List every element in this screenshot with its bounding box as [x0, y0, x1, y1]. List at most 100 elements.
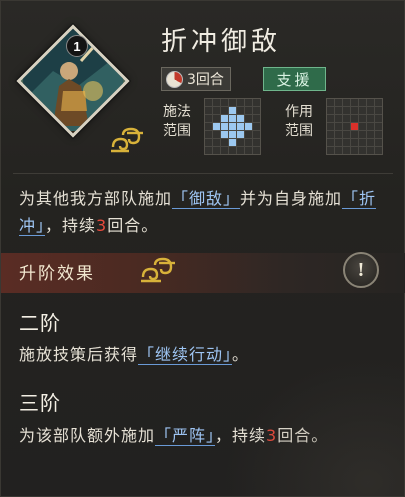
range-cell — [335, 131, 342, 138]
desc-text: 并为自身施加 — [240, 189, 343, 208]
tier3-text: 为该部队额外施加「严阵」，持续3回合。 — [19, 422, 391, 449]
tier-text-part: ，持续 — [215, 426, 267, 445]
range-cell — [335, 147, 342, 154]
range-cell — [213, 123, 220, 130]
cloud-emblem-icon — [141, 257, 175, 283]
range-cell — [245, 107, 252, 114]
range-cell — [213, 115, 220, 122]
skill-description: 为其他我方部队施加「御敌」并为自身施加「折冲」，持续3回合。 — [19, 185, 391, 239]
range-cell — [245, 131, 252, 138]
range-cell — [343, 123, 350, 130]
cast-range-grid — [204, 98, 261, 155]
range-cell — [229, 99, 236, 106]
range-cell — [229, 123, 236, 130]
range-cell — [367, 99, 374, 106]
range-cell — [221, 99, 228, 106]
keyword-yanzhen[interactable]: 「严阵」 — [155, 426, 216, 446]
range-cell — [237, 99, 244, 106]
range-cell — [253, 131, 260, 138]
range-cell — [237, 115, 244, 122]
range-cell — [351, 131, 358, 138]
skill-level-badge: 1 — [66, 35, 88, 57]
range-cell — [359, 99, 366, 106]
tier-text-part: 为该部队额外施加 — [19, 426, 156, 445]
range-cell — [351, 107, 358, 114]
range-cell — [367, 147, 374, 154]
range-cell — [205, 99, 212, 106]
range-cell — [351, 99, 358, 106]
keyword-yudi[interactable]: 「御敌」 — [172, 189, 241, 209]
range-cell — [253, 147, 260, 154]
range-cell — [253, 99, 260, 106]
range-cell — [221, 107, 228, 114]
skill-portrait: 1 — [13, 24, 143, 153]
range-cell — [367, 107, 374, 114]
range-cell — [237, 107, 244, 114]
range-cell — [375, 131, 382, 138]
range-cell — [221, 123, 228, 130]
range-cell — [359, 115, 366, 122]
range-cell — [221, 115, 228, 122]
tier-text-part: 施放技策后获得 — [19, 345, 139, 364]
range-cell — [351, 147, 358, 154]
range-cell — [221, 131, 228, 138]
range-cell — [351, 123, 358, 130]
range-cell — [213, 131, 220, 138]
range-cell — [367, 131, 374, 138]
cooldown-text: 3回合 — [187, 72, 224, 88]
desc-text: 回合。 — [107, 216, 159, 235]
range-cell — [237, 123, 244, 130]
range-cell — [343, 99, 350, 106]
range-cell — [327, 147, 334, 154]
range-cell — [229, 115, 236, 122]
tier2-text: 施放技策后获得「继续行动」。 — [19, 341, 391, 368]
range-cell — [221, 139, 228, 146]
range-cell — [245, 123, 252, 130]
range-cell — [359, 107, 366, 114]
range-cell — [359, 147, 366, 154]
skill-type-badge: 支援 — [263, 67, 326, 91]
upgrade-title: 升阶效果 — [19, 264, 95, 284]
cooldown-pie-icon — [166, 70, 183, 88]
range-cell — [375, 139, 382, 146]
range-cell — [367, 123, 374, 130]
range-cell — [343, 107, 350, 114]
range-cell — [335, 139, 342, 146]
range-cell — [213, 147, 220, 154]
cooldown-badge: 3回合 — [161, 67, 231, 91]
tier-text-part: 。 — [232, 345, 250, 364]
desc-text: ，持续 — [45, 216, 97, 235]
range-cell — [375, 107, 382, 114]
effect-range-label: 作用 范围 — [285, 104, 313, 139]
tier-turns: 3 — [266, 426, 278, 445]
effect-range-grid — [326, 98, 383, 155]
range-cell — [327, 131, 334, 138]
range-cell — [237, 147, 244, 154]
range-cell — [213, 107, 220, 114]
range-cell — [359, 139, 366, 146]
keyword-continue-action[interactable]: 「继续行动」 — [138, 345, 233, 365]
range-cell — [335, 107, 342, 114]
range-cell — [335, 123, 342, 130]
range-cell — [229, 147, 236, 154]
cast-range-label: 施法 范围 — [163, 104, 191, 139]
skill-detail-panel: 1 折冲御敌 3回合 支援 施法 范围 作用 范围 为其他我方部队施加「御敌」并… — [0, 0, 405, 497]
range-cell — [213, 139, 220, 146]
divider — [13, 173, 393, 174]
range-cell — [327, 115, 334, 122]
tier-text-part: 回合。 — [277, 426, 329, 445]
range-cell — [375, 115, 382, 122]
range-cell — [205, 123, 212, 130]
range-cell — [359, 123, 366, 130]
range-cell — [205, 115, 212, 122]
range-cell — [253, 107, 260, 114]
range-cell — [351, 115, 358, 122]
range-cell — [367, 115, 374, 122]
info-icon[interactable]: ! — [343, 252, 379, 288]
range-cell — [375, 99, 382, 106]
range-cell — [351, 139, 358, 146]
desc-text: 为其他我方部队施加 — [19, 189, 173, 208]
range-cell — [335, 99, 342, 106]
range-cell — [327, 123, 334, 130]
cloud-emblem-icon — [111, 127, 143, 153]
